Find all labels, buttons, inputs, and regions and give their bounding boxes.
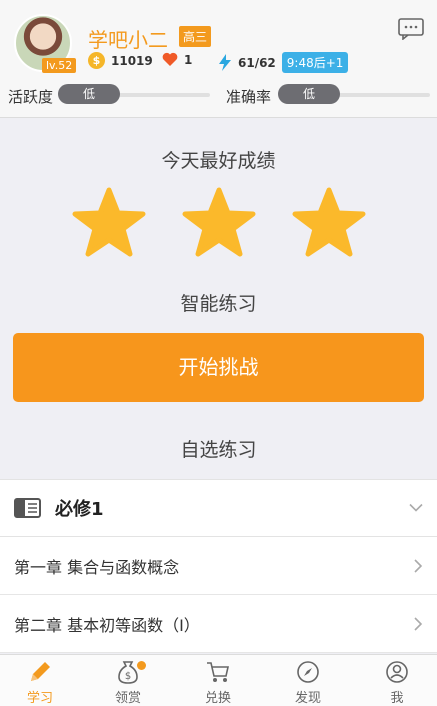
course-title: 必修1 bbox=[55, 499, 104, 520]
chapter-label: 第二章 基本初等函数（Ⅰ） bbox=[14, 615, 200, 635]
cart-icon bbox=[207, 662, 229, 682]
grade-badge: 高三 bbox=[179, 26, 212, 47]
level-badge: lv.52 bbox=[42, 58, 77, 73]
star-rating bbox=[0, 183, 437, 263]
pencil-icon bbox=[31, 662, 50, 681]
accuracy-label: 准确率 bbox=[226, 88, 272, 106]
custom-practice-title: 自选练习 bbox=[180, 439, 257, 461]
smart-practice-title: 智能练习 bbox=[180, 293, 257, 315]
star-icon bbox=[292, 187, 366, 257]
heart-count: 1 bbox=[184, 52, 193, 67]
chapter-item[interactable]: 第二章 基本初等函数（Ⅰ） bbox=[0, 595, 437, 653]
course-list: 必修1 第一章 集合与函数概念 第二章 基本初等函数（Ⅰ） bbox=[0, 479, 437, 653]
accuracy-pill: 低 bbox=[278, 84, 340, 104]
course-header[interactable]: 必修1 bbox=[0, 479, 437, 537]
heart-icon bbox=[162, 52, 178, 66]
star-icon bbox=[182, 187, 256, 257]
best-today-title: 今天最好成绩 bbox=[161, 150, 276, 172]
chevron-right-icon bbox=[414, 558, 423, 573]
tab-discover[interactable]: 发现 bbox=[278, 659, 338, 706]
chapter-label: 第一章 集合与函数概念 bbox=[14, 557, 180, 577]
message-icon[interactable] bbox=[398, 18, 424, 40]
tab-label: 兑换 bbox=[204, 691, 231, 706]
activity-pill: 低 bbox=[58, 84, 120, 104]
energy-stat: 61/62 9:48后+1 bbox=[218, 52, 349, 73]
book-icon bbox=[14, 498, 41, 518]
coin-count: 11019 bbox=[111, 53, 153, 68]
compass-icon bbox=[297, 661, 319, 683]
svg-text:$: $ bbox=[125, 671, 131, 682]
chevron-down-icon bbox=[409, 503, 423, 512]
energy-timer-badge: 9:48后+1 bbox=[281, 52, 349, 73]
notification-dot bbox=[137, 661, 146, 670]
tab-label: 我 bbox=[390, 691, 404, 706]
lightning-icon bbox=[219, 54, 231, 71]
coin-icon: $ bbox=[88, 52, 105, 69]
tab-label: 领赏 bbox=[114, 691, 141, 706]
chevron-right-icon bbox=[414, 616, 423, 631]
star-icon bbox=[72, 187, 146, 257]
profile-header: lv.52 学吧小二 高三 $ 11019 1 61/62 9:48后+1 活跃… bbox=[0, 0, 437, 118]
bottom-tab-bar: 学习 $ 领赏 兑换 发现 我 bbox=[0, 654, 437, 706]
energy-count: 61/62 bbox=[238, 55, 276, 70]
person-icon bbox=[386, 661, 408, 683]
tab-me[interactable]: 我 bbox=[367, 659, 427, 706]
tab-label: 学习 bbox=[26, 691, 53, 706]
tab-label: 发现 bbox=[294, 691, 321, 706]
heart-stat: 1 bbox=[162, 52, 192, 67]
start-challenge-button[interactable]: 开始挑战 bbox=[13, 333, 424, 402]
username: 学吧小二 bbox=[88, 28, 168, 52]
tab-reward[interactable]: $ 领赏 bbox=[98, 659, 158, 706]
activity-label: 活跃度 bbox=[8, 88, 54, 106]
coin-stat: $ 11019 bbox=[88, 52, 153, 69]
chapter-item[interactable]: 第一章 集合与函数概念 bbox=[0, 537, 437, 595]
tab-exchange[interactable]: 兑换 bbox=[188, 659, 248, 706]
tab-study[interactable]: 学习 bbox=[10, 659, 70, 706]
